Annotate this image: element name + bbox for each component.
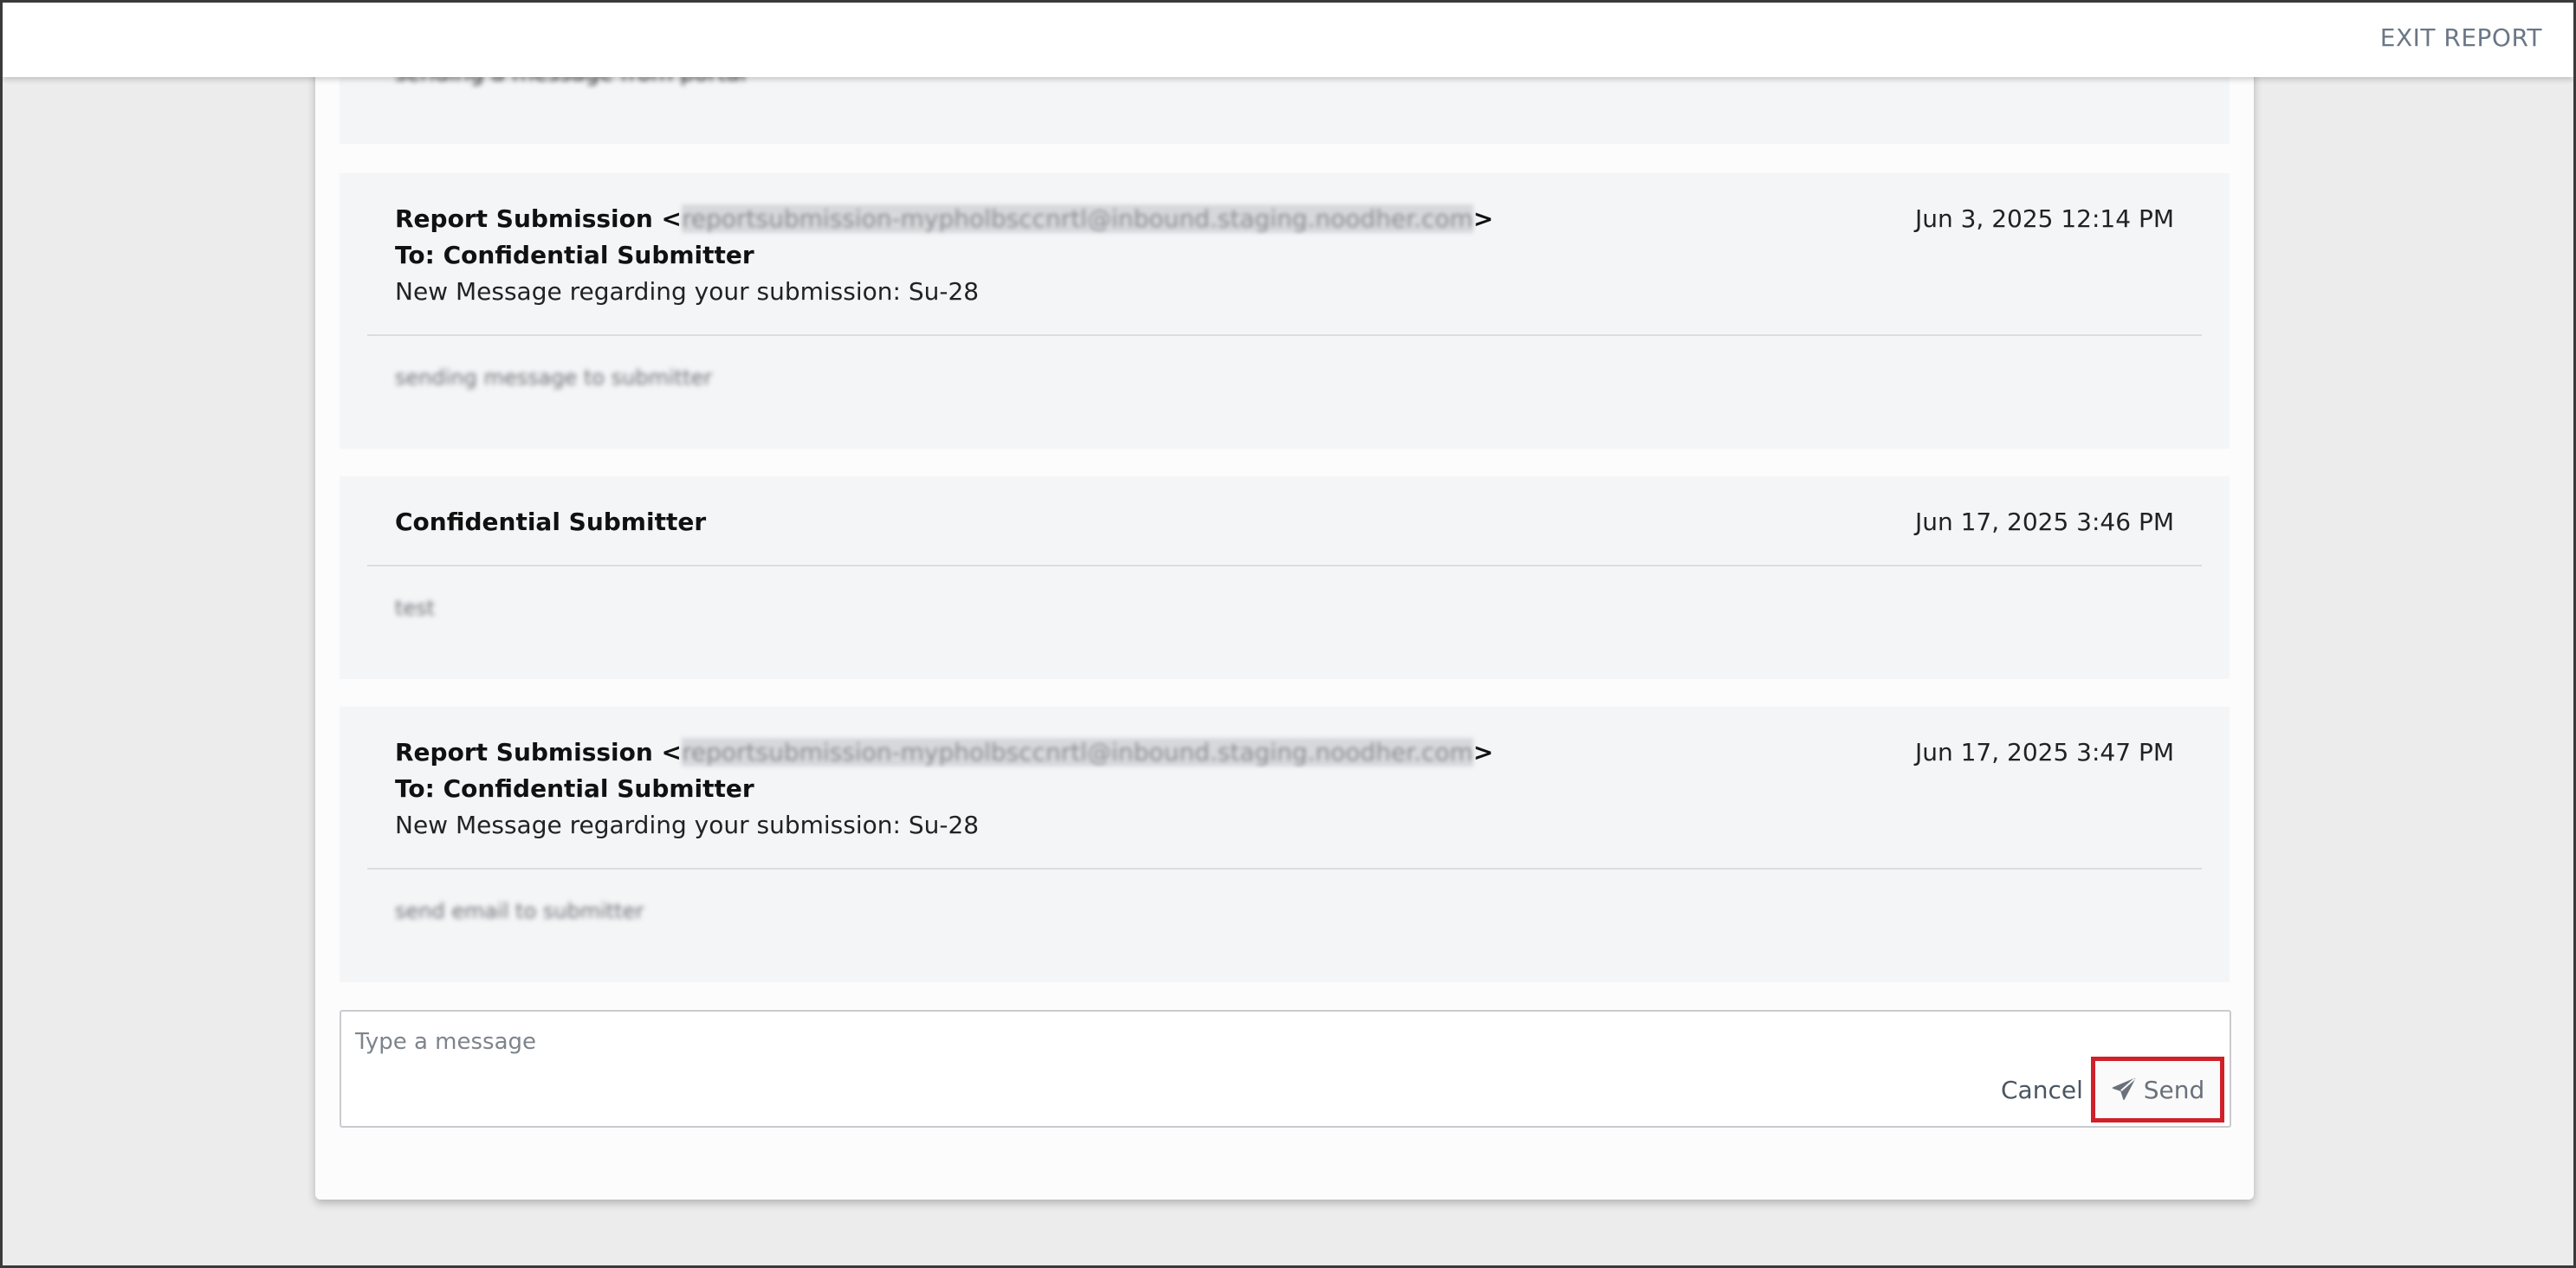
paper-plane-icon <box>2112 1077 2135 1100</box>
message-divider <box>367 565 2202 566</box>
message-date: Jun 17, 2025 3:47 PM <box>1914 738 2174 767</box>
message-recipient: To: Confidential Submitter <box>395 774 754 803</box>
sender-email-open: < <box>661 204 683 233</box>
message-divider <box>367 334 2202 336</box>
sender-email-close: > <box>1472 204 1494 233</box>
exit-report-button[interactable]: EXIT REPORT <box>2380 23 2542 52</box>
message-date: Jun 17, 2025 3:46 PM <box>1914 508 2174 536</box>
message-body: sending message to submitter <box>395 366 713 390</box>
message-divider <box>367 868 2202 870</box>
sender-name: Confidential Submitter <box>395 508 707 536</box>
message-body: send email to submitter <box>395 899 644 923</box>
message-card: Report Submission <reportsubmission-myph… <box>340 173 2230 449</box>
sender-email-open: < <box>661 738 683 767</box>
message-card: Report Submission <reportsubmission-myph… <box>340 707 2230 982</box>
message-card: Confidential Submitter Jun 17, 2025 3:46… <box>340 476 2230 679</box>
sender-email: reportsubmission-mypholbsccnrtl@inbound.… <box>682 738 1473 767</box>
send-button[interactable]: Send <box>2091 1057 2224 1122</box>
message-date: Jun 3, 2025 12:14 PM <box>1914 204 2174 233</box>
top-bar: EXIT REPORT <box>3 3 2573 77</box>
message-composer: Cancel Send <box>340 1010 2231 1128</box>
cancel-button[interactable]: Cancel <box>2001 1076 2083 1104</box>
sender-email: reportsubmission-mypholbsccnrtl@inbound.… <box>682 204 1473 233</box>
message-body: test <box>395 596 436 620</box>
sender-name: Report Submission <box>395 738 653 767</box>
send-button-label: Send <box>2143 1075 2205 1104</box>
message-subject: New Message regarding your submission: S… <box>395 277 980 306</box>
message-sender: Report Submission <reportsubmission-myph… <box>395 738 1493 767</box>
sender-name: Report Submission <box>395 204 653 233</box>
message-recipient: To: Confidential Submitter <box>395 241 754 269</box>
message-input[interactable] <box>353 1024 1396 1060</box>
message-sender: Report Submission <reportsubmission-myph… <box>395 204 1493 233</box>
message-sender: Confidential Submitter <box>395 508 706 536</box>
sender-email-close: > <box>1472 738 1494 767</box>
message-subject: New Message regarding your submission: S… <box>395 811 980 839</box>
